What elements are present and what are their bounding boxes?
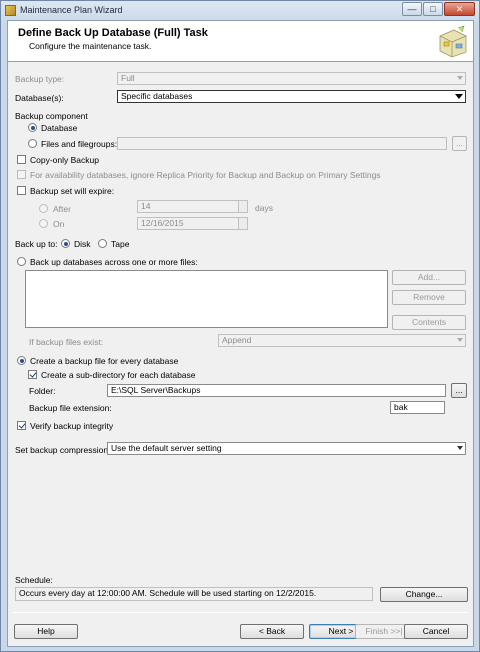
databases-label: Database(s): bbox=[15, 93, 64, 103]
disk-radio[interactable] bbox=[61, 239, 70, 248]
backup-type-label: Backup type: bbox=[15, 74, 65, 84]
title-bar: Maintenance Plan Wizard — □ ✕ bbox=[1, 1, 479, 20]
if-exist-label: If backup files exist: bbox=[29, 337, 104, 347]
copy-only-checkbox[interactable] bbox=[17, 155, 26, 164]
chevron-down-icon bbox=[457, 446, 463, 450]
disk-label: Disk bbox=[74, 239, 91, 249]
footer-divider bbox=[13, 612, 468, 613]
databases-value: Specific databases bbox=[121, 91, 193, 101]
add-button[interactable]: Add... bbox=[392, 270, 466, 285]
if-exist-select[interactable]: Append bbox=[218, 334, 466, 347]
create-subdir-label: Create a sub-directory for each database bbox=[41, 370, 196, 380]
change-schedule-button[interactable]: Change... bbox=[380, 587, 468, 602]
if-exist-value: Append bbox=[222, 335, 252, 345]
schedule-label: Schedule: bbox=[15, 575, 53, 585]
filegroups-browse-button[interactable]: ... bbox=[452, 136, 467, 151]
page-subtitle: Configure the maintenance task. bbox=[29, 41, 152, 51]
availability-checkbox[interactable] bbox=[17, 170, 26, 179]
wizard-window: Maintenance Plan Wizard — □ ✕ Define Bac… bbox=[0, 0, 480, 652]
on-label: On bbox=[53, 219, 65, 229]
chevron-down-icon bbox=[455, 94, 463, 99]
help-button[interactable]: Help bbox=[14, 624, 78, 639]
close-button[interactable]: ✕ bbox=[444, 2, 475, 16]
calendar-dropdown-icon[interactable] bbox=[238, 218, 247, 229]
window-title: Maintenance Plan Wizard bbox=[20, 5, 123, 15]
compression-select[interactable]: Use the default server setting bbox=[107, 442, 466, 455]
after-days-value: 14 bbox=[141, 201, 151, 211]
verify-integrity-checkbox[interactable] bbox=[17, 421, 26, 430]
across-files-radio[interactable] bbox=[17, 257, 26, 266]
spin-arrows-icon[interactable] bbox=[238, 201, 247, 212]
minimize-button[interactable]: — bbox=[402, 2, 422, 16]
wizard-body: Define Back Up Database (Full) Task Conf… bbox=[7, 20, 474, 647]
schedule-text: Occurs every day at 12:00:00 AM. Schedul… bbox=[15, 587, 373, 601]
folder-value: E:\SQL Server\Backups bbox=[111, 385, 201, 395]
create-subdir-checkbox[interactable] bbox=[28, 370, 37, 379]
databases-select[interactable]: Specific databases bbox=[117, 90, 466, 103]
maximize-button[interactable]: □ bbox=[423, 2, 443, 16]
after-label: After bbox=[53, 204, 71, 214]
tape-label: Tape bbox=[111, 239, 130, 249]
extension-label: Backup file extension: bbox=[29, 403, 112, 413]
extension-value: bak bbox=[394, 402, 408, 412]
cancel-button[interactable]: Cancel bbox=[404, 624, 468, 639]
days-label: days bbox=[255, 203, 273, 213]
backup-component-label: Backup component bbox=[15, 111, 88, 121]
folder-label: Folder: bbox=[29, 386, 56, 396]
on-date-value: 12/16/2015 bbox=[141, 218, 184, 228]
across-files-label: Back up databases across one or more fil… bbox=[30, 257, 198, 267]
wizard-header: Define Back Up Database (Full) Task Conf… bbox=[8, 21, 473, 62]
backup-type-select[interactable]: Full bbox=[117, 72, 466, 85]
compression-label: Set backup compression: bbox=[15, 445, 111, 455]
backup-type-value: Full bbox=[121, 73, 135, 83]
backup-to-label: Back up to: bbox=[15, 239, 58, 249]
contents-button[interactable]: Contents bbox=[392, 315, 466, 330]
expire-checkbox[interactable] bbox=[17, 186, 26, 195]
folder-field[interactable]: E:\SQL Server\Backups bbox=[107, 384, 446, 397]
back-button[interactable]: < Back bbox=[240, 624, 304, 639]
schedule-value: Occurs every day at 12:00:00 AM. Schedul… bbox=[19, 588, 317, 598]
create-per-db-label: Create a backup file for every database bbox=[30, 356, 179, 366]
component-files-label: Files and filegroups: bbox=[41, 139, 118, 149]
component-database-label: Database bbox=[41, 123, 78, 133]
component-files-radio[interactable] bbox=[28, 139, 37, 148]
chevron-down-icon bbox=[457, 76, 463, 80]
extension-field[interactable]: bak bbox=[390, 401, 445, 414]
verify-integrity-label: Verify backup integrity bbox=[30, 421, 114, 431]
remove-button[interactable]: Remove bbox=[392, 290, 466, 305]
compression-value: Use the default server setting bbox=[111, 443, 222, 453]
page-title: Define Back Up Database (Full) Task bbox=[18, 27, 208, 39]
availability-label: For availability databases, ignore Repli… bbox=[30, 170, 381, 180]
component-database-radio[interactable] bbox=[28, 123, 37, 132]
after-radio[interactable] bbox=[39, 204, 48, 213]
on-date-picker[interactable]: 12/16/2015 bbox=[137, 217, 248, 230]
create-per-db-radio[interactable] bbox=[17, 356, 26, 365]
tape-radio[interactable] bbox=[98, 239, 107, 248]
chevron-down-icon bbox=[457, 338, 463, 342]
backup-files-list[interactable] bbox=[25, 270, 388, 328]
expire-label: Backup set will expire: bbox=[30, 186, 115, 196]
wizard-graphic-icon bbox=[439, 25, 467, 58]
on-radio[interactable] bbox=[39, 219, 48, 228]
app-icon bbox=[5, 5, 16, 16]
filegroups-field[interactable] bbox=[117, 137, 447, 150]
folder-browse-button[interactable]: ... bbox=[451, 383, 467, 398]
copy-only-label: Copy-only Backup bbox=[30, 155, 99, 165]
after-days-stepper[interactable]: 14 bbox=[137, 200, 248, 213]
